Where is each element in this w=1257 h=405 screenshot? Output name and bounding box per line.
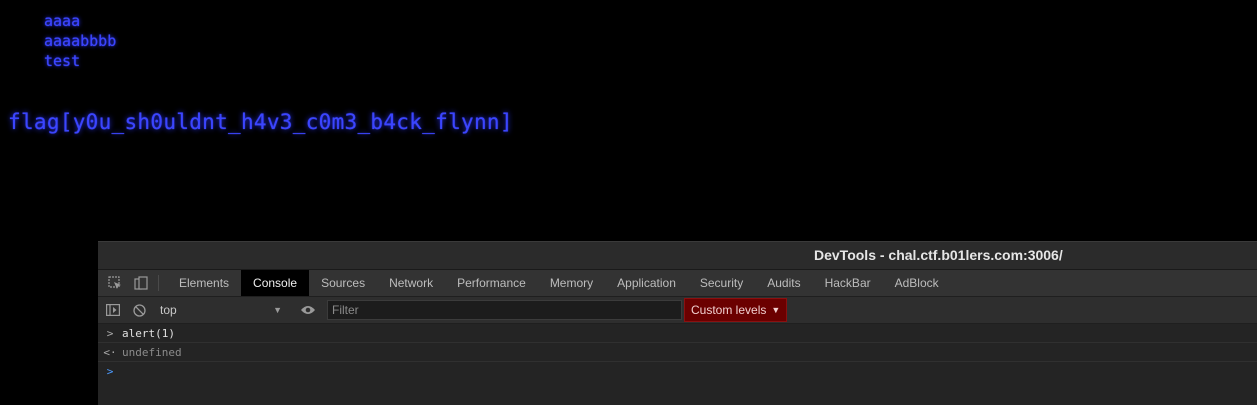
- tab-application[interactable]: Application: [605, 270, 688, 296]
- list-item: test: [44, 52, 81, 70]
- show-sidebar-icon[interactable]: [100, 304, 126, 316]
- tab-elements[interactable]: Elements: [167, 270, 241, 296]
- prompt-chevron-icon: >: [106, 364, 114, 378]
- tab-performance[interactable]: Performance: [445, 270, 538, 296]
- tab-sources[interactable]: Sources: [309, 270, 377, 296]
- device-toggle-icon[interactable]: [128, 270, 154, 296]
- tab-network[interactable]: Network: [377, 270, 445, 296]
- list-item: aaaabbbb: [44, 32, 117, 50]
- tab-memory[interactable]: Memory: [538, 270, 605, 296]
- input-chevron-icon: >: [106, 326, 114, 340]
- tab-audits[interactable]: Audits: [755, 270, 812, 296]
- chevron-down-icon: ▼: [771, 305, 781, 315]
- tab-adblock[interactable]: AdBlock: [883, 270, 951, 296]
- devtools-tabbar: Elements Console Sources Network Perform…: [98, 270, 1257, 297]
- tab-hackbar[interactable]: HackBar: [813, 270, 883, 296]
- devtools-titlebar[interactable]: DevTools - chal.ctf.b01lers.com:3006/: [98, 242, 1257, 270]
- console-prompt[interactable]: >: [98, 362, 1257, 380]
- chevron-down-icon: ▼: [273, 305, 282, 315]
- console-entry-input: > alert(1): [98, 324, 1257, 343]
- flag-text: flag[y0u_sh0uldnt_h4v3_c0m3_b4ck_flynn]: [8, 110, 513, 134]
- devtools-title: DevTools - chal.ctf.b01lers.com:3006/: [814, 247, 1063, 263]
- result-arrow-icon: <·: [103, 345, 117, 359]
- custom-levels-dropdown[interactable]: Custom levels ▼: [684, 298, 788, 322]
- console-command: alert(1): [122, 326, 175, 340]
- console-output: > alert(1) <· undefined >: [98, 324, 1257, 380]
- list-item: aaaa: [44, 12, 81, 30]
- context-value: top: [160, 303, 177, 317]
- console-result: undefined: [122, 345, 182, 359]
- toolbar-divider: [158, 275, 159, 291]
- console-entry-result: <· undefined: [98, 343, 1257, 362]
- custom-levels-label: Custom levels: [691, 303, 767, 317]
- eye-icon[interactable]: [295, 305, 321, 315]
- inspect-element-icon[interactable]: [102, 270, 128, 296]
- clear-console-icon[interactable]: [126, 303, 152, 317]
- console-toolbar: top ▼ Custom levels ▼: [98, 297, 1257, 324]
- tab-console[interactable]: Console: [241, 270, 310, 296]
- filter-input[interactable]: [327, 300, 682, 320]
- devtools-window: DevTools - chal.ctf.b01lers.com:3006/ El…: [98, 241, 1257, 405]
- context-select[interactable]: top ▼: [156, 300, 286, 320]
- page-list: aaaa aaaabbbb test: [44, 11, 116, 71]
- tab-security[interactable]: Security: [688, 270, 755, 296]
